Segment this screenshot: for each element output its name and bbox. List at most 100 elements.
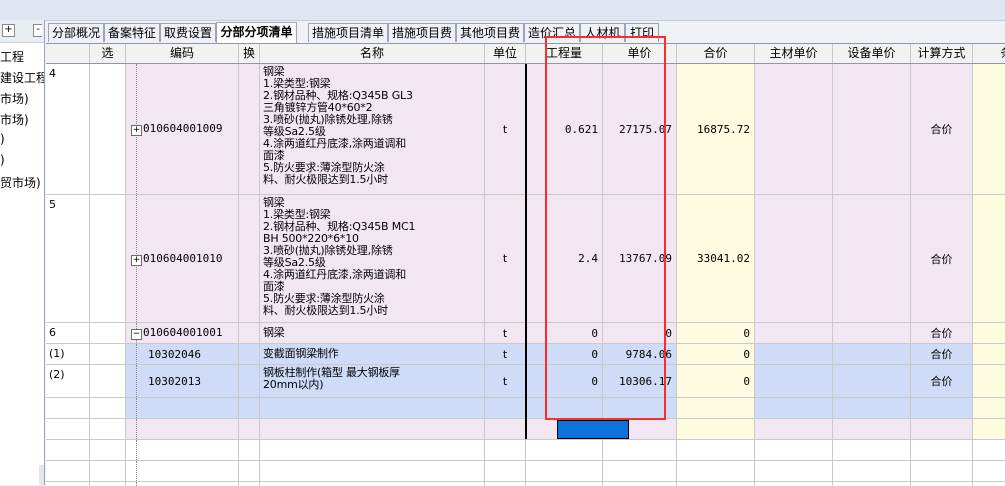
cell-name[interactable] [260, 440, 485, 460]
cell-calc[interactable]: 合价 [911, 365, 973, 397]
cell-calc[interactable]: 合价 [911, 323, 973, 343]
cell-calc[interactable]: 合价 [911, 64, 973, 194]
cell-seq[interactable] [46, 398, 90, 418]
collapse-icon[interactable]: − [131, 329, 142, 340]
cell-seq[interactable] [46, 440, 90, 460]
bill-items-grid[interactable]: 选 编码 换 名称 单位 工程量 单价 合价 主材单价 设备单价 计算方式 条件… [46, 43, 1005, 486]
cell-name[interactable] [260, 419, 485, 439]
cell-qty[interactable] [526, 461, 603, 481]
cell-sel[interactable] [90, 461, 126, 481]
cell-equip[interactable] [833, 440, 911, 460]
cell-swap[interactable] [239, 195, 260, 322]
cell-code[interactable]: 10302013 [126, 365, 239, 397]
cell-calc[interactable] [911, 440, 973, 460]
header-unit[interactable]: 单位 [485, 44, 526, 63]
cell-code[interactable]: 10302046 [126, 344, 239, 364]
cell-price[interactable] [603, 461, 677, 481]
cell-swap[interactable] [239, 482, 260, 486]
cell-cond[interactable] [973, 440, 1005, 460]
cell-seq[interactable] [46, 419, 90, 439]
cell-unit[interactable] [485, 419, 526, 439]
header-equipment-price[interactable]: 设备单价 [833, 44, 911, 63]
cell-unit[interactable] [485, 482, 526, 486]
cell-cond[interactable] [973, 419, 1005, 439]
cell-name[interactable]: 钢梁 1.梁类型:钢梁 2.钢材品种、规格:Q345B GL3 三角镀锌方管40… [260, 64, 485, 194]
cell-unit[interactable]: t [485, 195, 526, 322]
header-swap[interactable]: 换 [239, 44, 260, 63]
cell-total[interactable] [677, 461, 755, 481]
cell-total[interactable]: 0 [677, 344, 755, 364]
cell-calc[interactable] [911, 398, 973, 418]
cell-swap[interactable] [239, 64, 260, 194]
tab-fee-settings[interactable]: 取费设置 [160, 23, 216, 42]
header-condition[interactable]: 条件 [973, 44, 1005, 63]
cell-main[interactable] [755, 365, 833, 397]
cell-calc[interactable] [911, 461, 973, 481]
cell-equip[interactable] [833, 482, 911, 486]
cell-equip[interactable] [833, 461, 911, 481]
tree-item[interactable]: 市场) [0, 111, 29, 128]
cell-main[interactable] [755, 461, 833, 481]
cell-seq[interactable]: 4 [46, 64, 90, 194]
cell-cond[interactable] [973, 482, 1005, 486]
cell-code[interactable] [126, 440, 239, 460]
cell-swap[interactable] [239, 440, 260, 460]
cell-sel[interactable] [90, 482, 126, 486]
cell-code[interactable]: +010604001009 [126, 64, 239, 194]
cell-seq[interactable]: 5 [46, 195, 90, 322]
tab-other-fees[interactable]: 其他项目费 [456, 23, 524, 42]
cell-total[interactable]: 33041.02 [677, 195, 755, 322]
tree-item[interactable]: ) [0, 153, 5, 167]
cell-main[interactable] [755, 344, 833, 364]
cell-cond[interactable] [973, 365, 1005, 397]
expand-all-icon[interactable]: + [2, 24, 15, 37]
tab-overview[interactable]: 分部概况 [48, 23, 104, 42]
cell-price[interactable] [603, 440, 677, 460]
cell-main[interactable] [755, 440, 833, 460]
cell-cond[interactable] [973, 461, 1005, 481]
cell-equip[interactable] [833, 398, 911, 418]
table-row[interactable] [46, 482, 1005, 486]
cell-main[interactable] [755, 64, 833, 194]
cell-calc[interactable]: 合价 [911, 195, 973, 322]
cell-name[interactable] [260, 398, 485, 418]
tab-bill-items[interactable]: 分部分项清单 [216, 22, 297, 43]
cell-equip[interactable] [833, 195, 911, 322]
cell-qty[interactable] [526, 440, 603, 460]
tree-item[interactable]: 贸市场) [0, 174, 41, 191]
cell-unit[interactable]: t [485, 64, 526, 194]
cell-main[interactable] [755, 323, 833, 343]
cell-sel[interactable] [90, 344, 126, 364]
cell-name[interactable] [260, 482, 485, 486]
expand-icon[interactable]: + [131, 125, 142, 136]
tab-measure-items[interactable]: 措施项目清单 [308, 23, 388, 42]
header-select[interactable]: 选 [90, 44, 126, 63]
cell-code[interactable] [126, 419, 239, 439]
cell-swap[interactable] [239, 365, 260, 397]
cell-name[interactable]: 钢梁 [260, 323, 485, 343]
tree-item[interactable]: 工程 [0, 48, 24, 65]
cell-code[interactable]: −010604001001 [126, 323, 239, 343]
table-row[interactable] [46, 440, 1005, 461]
header-code[interactable]: 编码 [126, 44, 239, 63]
project-tree-panel[interactable]: + - 工程 建设工程 市场) 市场) ) ) 贸市场) [0, 20, 45, 485]
tab-filing-features[interactable]: 备案特征 [104, 23, 160, 42]
cell-cond[interactable] [973, 398, 1005, 418]
cell-unit[interactable]: t [485, 344, 526, 364]
cell-total[interactable] [677, 398, 755, 418]
cell-name[interactable]: 变截面钢梁制作 [260, 344, 485, 364]
expand-icon[interactable]: + [131, 254, 142, 266]
cell-code[interactable] [126, 398, 239, 418]
cell-total[interactable] [677, 440, 755, 460]
cell-cond[interactable] [973, 344, 1005, 364]
header-name[interactable]: 名称 [260, 44, 485, 63]
cell-sel[interactable] [90, 365, 126, 397]
cell-qty[interactable] [526, 482, 603, 486]
cell-unit[interactable] [485, 461, 526, 481]
cell-calc[interactable]: 合价 [911, 344, 973, 364]
header-main-material-price[interactable]: 主材单价 [755, 44, 833, 63]
horizontal-scrollbar[interactable] [39, 465, 44, 485]
cell-sel[interactable] [90, 419, 126, 439]
cell-equip[interactable] [833, 344, 911, 364]
cell-swap[interactable] [239, 419, 260, 439]
